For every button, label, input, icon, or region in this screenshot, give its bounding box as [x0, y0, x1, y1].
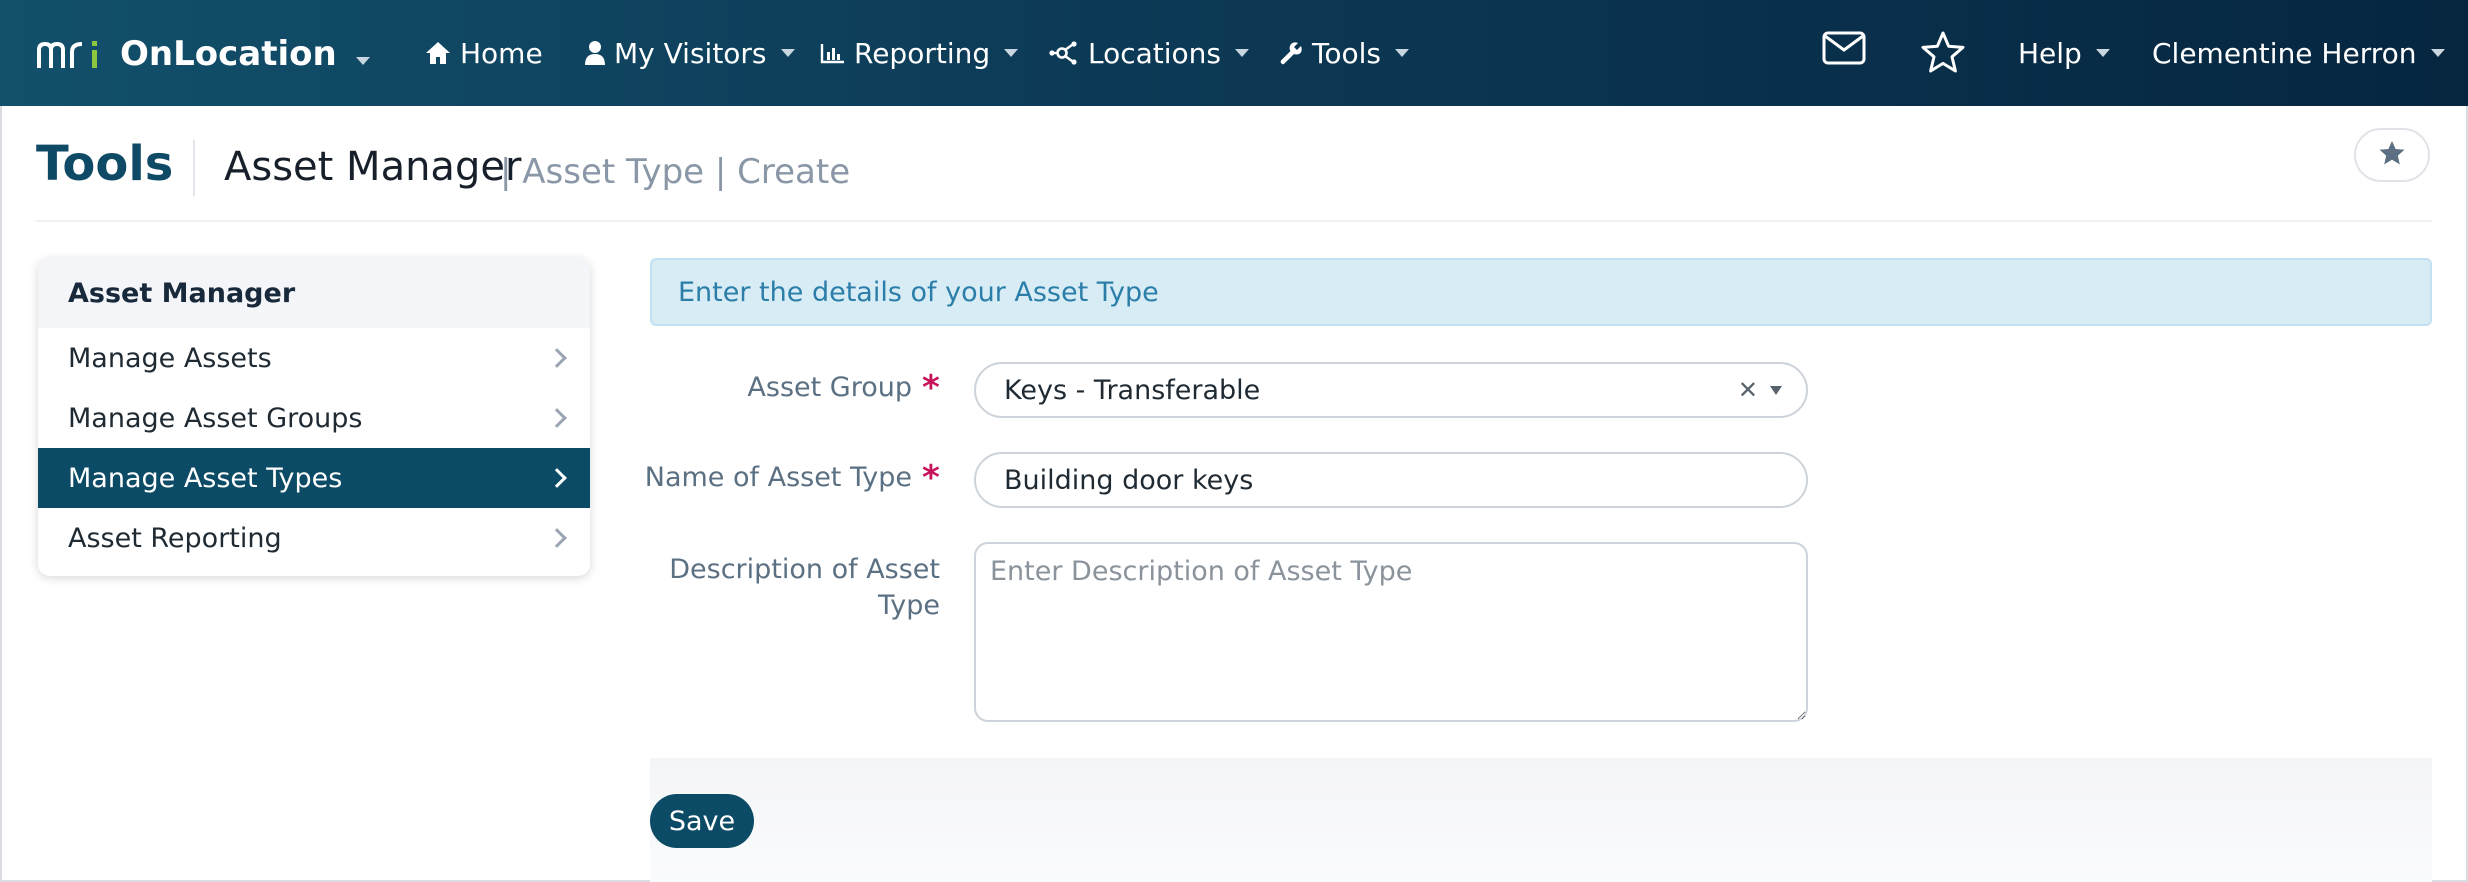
brand-logo[interactable]: OnLocation [36, 34, 337, 74]
chevron-down-icon [1394, 49, 1409, 57]
top-navbar: OnLocation Home My Visitors Reporting Lo… [0, 0, 2468, 106]
sidebar-heading: Asset Manager [38, 258, 590, 328]
nav-locations-label: Locations [1088, 36, 1222, 70]
sidebar-item-label: Manage Assets [68, 342, 272, 374]
chevron-down-icon [780, 49, 795, 57]
user-name: Clementine Herron [2152, 36, 2417, 70]
nav-tools[interactable]: Tools [1278, 30, 1409, 76]
brand-name: OnLocation [120, 34, 337, 74]
sidebar-item-manage-asset-groups[interactable]: Manage Asset Groups [38, 388, 590, 448]
breadcrumb: | Asset Type | Create [500, 152, 851, 192]
mri-logo-icon [36, 38, 102, 70]
nav-help[interactable]: Help [2018, 30, 2110, 76]
sidebar-item-manage-assets[interactable]: Manage Assets [38, 328, 590, 388]
asset-type-name-label: Name of Asset Type [644, 462, 912, 493]
chevron-right-icon [547, 468, 567, 488]
nav-user-menu[interactable]: Clementine Herron [2152, 30, 2445, 76]
description-label: Description of Asset Type [640, 552, 940, 624]
asset-group-select[interactable]: Keys - Transferable ✕ [974, 362, 1808, 418]
sidebar-item-label: Manage Asset Types [68, 462, 343, 494]
sidebar-item-label: Asset Reporting [68, 522, 282, 554]
description-label-line1: Description of Asset [669, 554, 940, 585]
nav-home[interactable]: Home [424, 30, 543, 76]
sidebar-item-asset-reporting[interactable]: Asset Reporting [38, 508, 590, 568]
chevron-down-icon [2430, 49, 2445, 57]
form-footer [650, 758, 2432, 882]
info-alert: Enter the details of your Asset Type [650, 258, 2432, 326]
chevron-right-icon [547, 348, 567, 368]
required-marker: * [922, 458, 940, 498]
favorite-button[interactable] [2354, 128, 2430, 182]
divider [36, 220, 2432, 222]
network-icon [1048, 40, 1080, 66]
star-icon [2378, 140, 2406, 170]
save-button[interactable]: Save [650, 794, 754, 848]
required-marker: * [922, 368, 940, 408]
breadcrumb-section: Asset Manager [224, 144, 522, 190]
mail-icon[interactable] [1822, 30, 1866, 66]
nav-my-visitors-label: My Visitors [614, 36, 767, 70]
star-icon[interactable] [1920, 30, 1966, 74]
nav-my-visitors[interactable]: My Visitors [584, 30, 795, 76]
sidebar-item-label: Manage Asset Groups [68, 402, 363, 434]
nav-reporting[interactable]: Reporting [820, 30, 1019, 76]
nav-reporting-label: Reporting [854, 36, 991, 70]
wrench-icon [1278, 40, 1304, 66]
sidebar-item-manage-asset-types[interactable]: Manage Asset Types [38, 448, 590, 508]
sidebar: Asset Manager Manage Assets Manage Asset… [38, 258, 590, 576]
page-title: Tools [36, 136, 174, 192]
chevron-down-icon [1004, 49, 1019, 57]
bar-chart-icon [820, 42, 846, 64]
home-icon [424, 40, 452, 66]
description-textarea[interactable] [974, 542, 1808, 722]
asset-group-label: Asset Group [747, 372, 912, 403]
clear-icon[interactable]: ✕ [1738, 376, 1758, 404]
nav-locations[interactable]: Locations [1048, 30, 1250, 76]
chevron-down-icon [2095, 49, 2110, 57]
user-icon [584, 40, 606, 66]
nav-tools-label: Tools [1312, 36, 1381, 70]
title-divider [193, 140, 195, 196]
chevron-down-icon [1235, 49, 1250, 57]
asset-group-value: Keys - Transferable [1004, 374, 1261, 406]
nav-help-label: Help [2018, 36, 2082, 70]
chevron-right-icon [547, 408, 567, 428]
chevron-right-icon [547, 528, 567, 548]
brand-menu-caret-icon[interactable] [356, 50, 370, 69]
chevron-down-icon[interactable] [1770, 386, 1782, 395]
nav-home-label: Home [460, 36, 543, 70]
asset-type-name-input[interactable] [974, 452, 1808, 508]
description-label-line2: Type [877, 590, 940, 621]
